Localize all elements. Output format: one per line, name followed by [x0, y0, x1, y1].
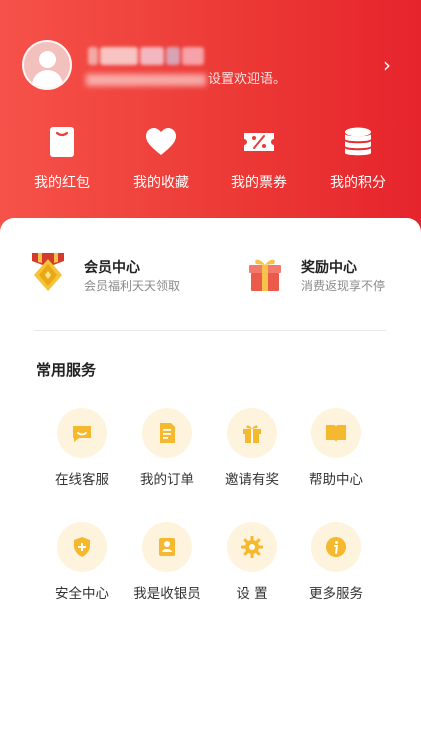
service-cashier[interactable]: 我是收银员	[125, 522, 209, 612]
service-more[interactable]: 更多服务	[294, 522, 378, 612]
service-invite-reward[interactable]: 邀请有奖	[210, 408, 294, 498]
quick-link-label: 我的红包	[34, 175, 90, 191]
services-section-title: 常用服务	[36, 361, 97, 379]
quick-link-coupons[interactable]: 我的票券	[219, 122, 299, 202]
service-security-center[interactable]: 安全中心	[40, 522, 124, 612]
book-icon	[326, 425, 346, 442]
quick-link-label: 我的积分	[330, 175, 386, 191]
masked-username-part	[100, 47, 138, 65]
service-help-center[interactable]: 帮助中心	[294, 408, 378, 498]
service-label: 我的订单	[140, 472, 194, 488]
section-divider	[34, 330, 386, 331]
quick-link-favorites[interactable]: 我的收藏	[121, 122, 201, 202]
red-envelope-icon	[44, 124, 80, 160]
feature-title: 会员中心	[84, 260, 140, 276]
service-label: 更多服务	[309, 586, 363, 602]
coins-stack-icon	[340, 124, 376, 160]
gift-icon	[243, 425, 261, 443]
quick-link-points[interactable]: 我的积分	[318, 122, 398, 202]
service-label: 安全中心	[55, 586, 109, 602]
service-label: 在线客服	[55, 472, 109, 488]
chat-smile-icon	[73, 426, 91, 442]
medal-icon	[32, 253, 64, 291]
order-document-icon	[160, 423, 175, 443]
feature-subtitle: 会员福利天天领取	[84, 279, 181, 293]
service-label: 我是收银员	[133, 586, 201, 602]
masked-greeting-part	[86, 73, 206, 86]
service-my-orders[interactable]: 我的订单	[125, 408, 209, 498]
greeting-visible-text: 设置欢迎语。	[208, 72, 287, 87]
masked-username-part	[182, 47, 204, 65]
avatar-body-shape	[32, 70, 63, 88]
info-icon	[326, 537, 346, 557]
avatar-head-shape	[39, 51, 56, 68]
service-online-support[interactable]: 在线客服	[40, 408, 124, 498]
service-icon-bg	[227, 408, 277, 458]
cashier-icon	[159, 538, 175, 556]
quick-links-row: 我的红包 我的收藏 我的票券 我的积分	[0, 122, 421, 202]
member-center-entry[interactable]: 会员中心 会员福利天天领取	[28, 253, 208, 295]
quick-link-label: 我的收藏	[133, 175, 189, 191]
shield-plus-icon	[74, 537, 90, 557]
chevron-right-icon[interactable]: ›	[375, 53, 399, 77]
service-icon-bg	[142, 522, 192, 572]
service-icon-bg	[57, 522, 107, 572]
masked-username-part	[166, 47, 180, 65]
coupon-icon	[241, 124, 277, 160]
service-label: 邀请有奖	[225, 472, 279, 488]
service-icon-bg	[311, 408, 361, 458]
service-icon-bg	[142, 408, 192, 458]
gift-box-icon	[249, 259, 281, 291]
service-label: 帮助中心	[309, 472, 363, 488]
quick-link-label: 我的票券	[231, 175, 287, 191]
reward-center-entry[interactable]: 奖励中心 消费返现享不停	[245, 255, 415, 295]
service-icon-bg	[57, 408, 107, 458]
quick-link-red-envelope[interactable]: 我的红包	[22, 122, 102, 202]
greeting-text[interactable]: 设置欢迎语。	[86, 70, 286, 90]
service-icon-bg	[311, 522, 361, 572]
service-label: 设 置	[236, 586, 268, 602]
feature-title: 奖励中心	[301, 260, 357, 276]
masked-username-part	[88, 47, 98, 65]
heart-icon	[143, 124, 179, 160]
masked-username-part	[140, 47, 164, 65]
service-icon-bg	[227, 522, 277, 572]
avatar[interactable]	[22, 40, 72, 90]
service-settings[interactable]: 设 置	[210, 522, 294, 612]
feature-subtitle: 消费返现享不停	[301, 279, 386, 293]
gear-icon	[241, 536, 263, 558]
